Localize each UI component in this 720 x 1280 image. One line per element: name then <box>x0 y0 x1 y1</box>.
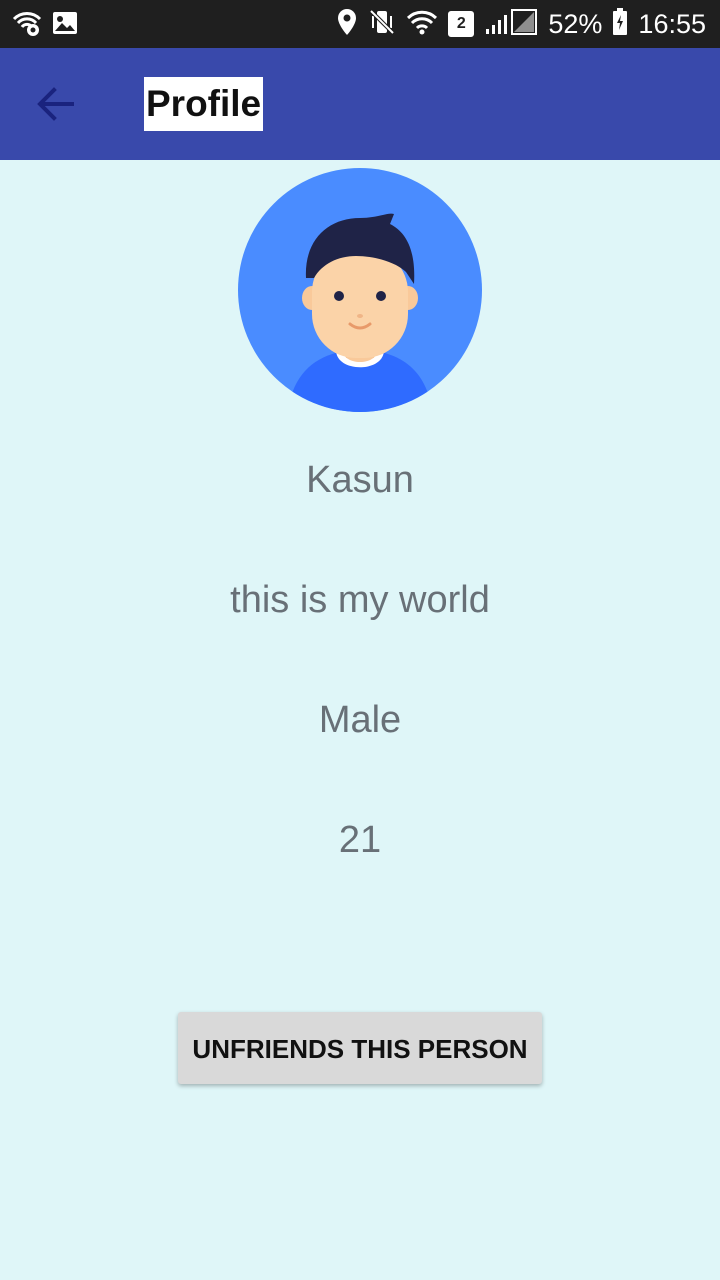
battery-percent: 52% <box>548 9 603 39</box>
profile-status: this is my world <box>230 579 490 621</box>
back-button[interactable] <box>30 82 82 126</box>
wifi-icon <box>406 9 438 40</box>
app-toolbar: Profile <box>0 48 720 160</box>
profile-gender: Male <box>318 699 402 741</box>
wifi-secure-icon <box>12 10 42 41</box>
location-icon <box>336 8 358 41</box>
signal-icon <box>484 8 538 40</box>
arrow-back-icon <box>30 87 82 130</box>
unfriend-button[interactable]: UNFRIENDS THIS PERSON <box>178 1012 542 1084</box>
sim-badge: 2 <box>448 11 475 37</box>
page-title: Profile <box>144 77 264 131</box>
profile-avatar <box>238 168 482 412</box>
battery-icon <box>612 7 628 41</box>
profile-name: Kasun <box>306 459 414 501</box>
user-avatar-icon <box>238 168 482 416</box>
image-icon <box>52 10 78 41</box>
vibrate-mute-icon <box>368 8 396 41</box>
clock: 16:55 <box>638 9 706 39</box>
status-bar: 2 52% 16:55 <box>0 0 720 48</box>
profile-age: 21 <box>338 819 382 861</box>
